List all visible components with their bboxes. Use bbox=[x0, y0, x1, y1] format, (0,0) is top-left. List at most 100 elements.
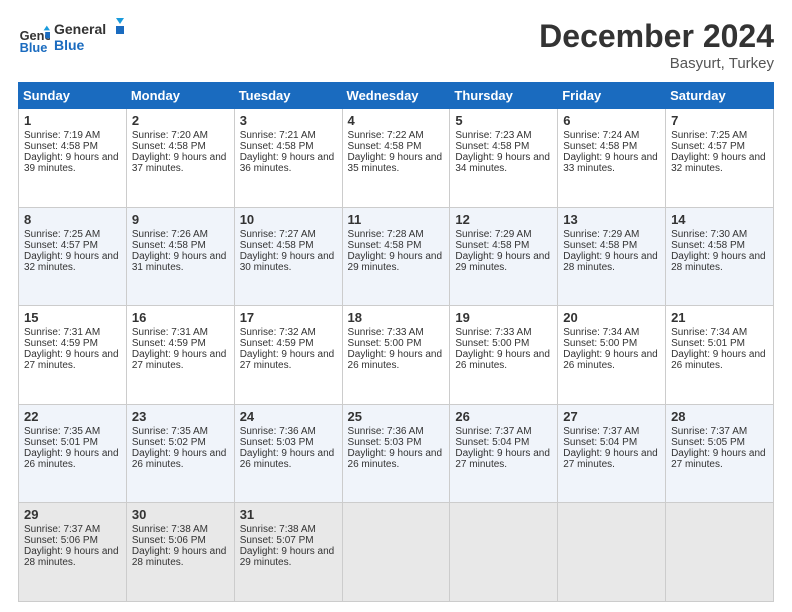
logo: General Blue General Blue bbox=[18, 18, 124, 61]
col-sunday: Sunday bbox=[19, 83, 127, 109]
sunrise: Sunrise: 7:37 AM bbox=[671, 426, 747, 437]
day-number: 14 bbox=[671, 212, 768, 227]
sunset: Sunset: 5:00 PM bbox=[455, 338, 529, 349]
sunrise: Sunrise: 7:28 AM bbox=[348, 229, 424, 240]
table-cell: 19Sunrise: 7:33 AMSunset: 5:00 PMDayligh… bbox=[450, 306, 558, 405]
sunrise: Sunrise: 7:19 AM bbox=[24, 130, 100, 141]
day-number: 19 bbox=[455, 310, 552, 325]
sunset: Sunset: 4:57 PM bbox=[24, 240, 98, 251]
table-cell: 28Sunrise: 7:37 AMSunset: 5:05 PMDayligh… bbox=[666, 404, 774, 503]
svg-text:Blue: Blue bbox=[54, 37, 85, 53]
daylight-label: Daylight: 9 hours and 28 minutes. bbox=[132, 546, 227, 568]
sunrise: Sunrise: 7:22 AM bbox=[348, 130, 424, 141]
daylight-label: Daylight: 9 hours and 32 minutes. bbox=[671, 152, 766, 174]
day-number: 3 bbox=[240, 113, 337, 128]
daylight-label: Daylight: 9 hours and 28 minutes. bbox=[671, 251, 766, 273]
table-cell: 3Sunrise: 7:21 AMSunset: 4:58 PMDaylight… bbox=[234, 109, 342, 208]
table-cell: 12Sunrise: 7:29 AMSunset: 4:58 PMDayligh… bbox=[450, 207, 558, 306]
sunrise: Sunrise: 7:32 AM bbox=[240, 327, 316, 338]
sunrise: Sunrise: 7:25 AM bbox=[24, 229, 100, 240]
day-number: 15 bbox=[24, 310, 121, 325]
day-number: 29 bbox=[24, 507, 121, 522]
daylight-label: Daylight: 9 hours and 26 minutes. bbox=[348, 448, 443, 470]
sunrise: Sunrise: 7:38 AM bbox=[132, 524, 208, 535]
daylight-label: Daylight: 9 hours and 33 minutes. bbox=[563, 152, 658, 174]
daylight-label: Daylight: 9 hours and 39 minutes. bbox=[24, 152, 119, 174]
daylight-label: Daylight: 9 hours and 32 minutes. bbox=[24, 251, 119, 273]
day-number: 24 bbox=[240, 409, 337, 424]
sunrise: Sunrise: 7:31 AM bbox=[24, 327, 100, 338]
daylight-label: Daylight: 9 hours and 34 minutes. bbox=[455, 152, 550, 174]
sunrise: Sunrise: 7:31 AM bbox=[132, 327, 208, 338]
calendar-table: Sunday Monday Tuesday Wednesday Thursday… bbox=[18, 82, 774, 602]
day-number: 8 bbox=[24, 212, 121, 227]
table-cell: 14 Sunrise: 7:30 AMSunset: 4:58 PMDayligh… bbox=[666, 207, 774, 306]
day-number: 9 bbox=[132, 212, 229, 227]
daylight-label: Daylight: 9 hours and 26 minutes. bbox=[563, 349, 658, 371]
table-cell: 15Sunrise: 7:31 AMSunset: 4:59 PMDayligh… bbox=[19, 306, 127, 405]
table-cell: 27Sunrise: 7:37 AMSunset: 5:04 PMDayligh… bbox=[558, 404, 666, 503]
table-cell: 17Sunrise: 7:32 AMSunset: 4:59 PMDayligh… bbox=[234, 306, 342, 405]
day-number: 20 bbox=[563, 310, 660, 325]
sunrise: Sunrise: 7:35 AM bbox=[132, 426, 208, 437]
sunset: Sunset: 4:58 PM bbox=[24, 141, 98, 152]
day-number: 7 bbox=[671, 113, 768, 128]
col-tuesday: Tuesday bbox=[234, 83, 342, 109]
daylight-label: Daylight: 9 hours and 29 minutes. bbox=[348, 251, 443, 273]
col-saturday: Saturday bbox=[666, 83, 774, 109]
sunset: Sunset: 4:59 PM bbox=[132, 338, 206, 349]
month-title: December 2024 bbox=[539, 18, 774, 55]
table-cell bbox=[558, 503, 666, 602]
table-cell: 7 Sunrise: 7:25 AMSunset: 4:57 PMDaylight… bbox=[666, 109, 774, 208]
day-number: 6 bbox=[563, 113, 660, 128]
table-cell: 10Sunrise: 7:27 AMSunset: 4:58 PMDayligh… bbox=[234, 207, 342, 306]
sunrise: Sunrise: 7:34 AM bbox=[563, 327, 639, 338]
svg-text:Blue: Blue bbox=[20, 40, 48, 55]
sunrise: Sunrise: 7:29 AM bbox=[455, 229, 531, 240]
day-number: 12 bbox=[455, 212, 552, 227]
calendar-page: General Blue General Blue December 2024 … bbox=[0, 0, 792, 612]
day-number: 17 bbox=[240, 310, 337, 325]
col-monday: Monday bbox=[126, 83, 234, 109]
table-cell: 25Sunrise: 7:36 AMSunset: 5:03 PMDayligh… bbox=[342, 404, 450, 503]
table-cell: 22Sunrise: 7:35 AMSunset: 5:01 PMDayligh… bbox=[19, 404, 127, 503]
sunrise: Sunrise: 7:25 AM bbox=[671, 130, 747, 141]
table-cell: 6Sunrise: 7:24 AMSunset: 4:58 PMDaylight… bbox=[558, 109, 666, 208]
sunset: Sunset: 5:00 PM bbox=[563, 338, 637, 349]
sunset: Sunset: 5:06 PM bbox=[24, 535, 98, 546]
daylight-label: Daylight: 9 hours and 29 minutes. bbox=[455, 251, 550, 273]
sunrise: Sunrise: 7:26 AM bbox=[132, 229, 208, 240]
daylight-label: Daylight: 9 hours and 31 minutes. bbox=[132, 251, 227, 273]
sunset: Sunset: 4:58 PM bbox=[671, 240, 745, 251]
sunrise: Sunrise: 7:37 AM bbox=[563, 426, 639, 437]
sunrise: Sunrise: 7:20 AM bbox=[132, 130, 208, 141]
table-cell: 30Sunrise: 7:38 AMSunset: 5:06 PMDayligh… bbox=[126, 503, 234, 602]
logo-svg: General Blue bbox=[54, 18, 124, 56]
sunrise: Sunrise: 7:30 AM bbox=[671, 229, 747, 240]
day-number: 30 bbox=[132, 507, 229, 522]
day-number: 22 bbox=[24, 409, 121, 424]
day-number: 23 bbox=[132, 409, 229, 424]
sunset: Sunset: 5:05 PM bbox=[671, 437, 745, 448]
daylight-label: Daylight: 9 hours and 30 minutes. bbox=[240, 251, 335, 273]
sunset: Sunset: 4:57 PM bbox=[671, 141, 745, 152]
col-friday: Friday bbox=[558, 83, 666, 109]
daylight-label: Daylight: 9 hours and 26 minutes. bbox=[671, 349, 766, 371]
daylight-label: Daylight: 9 hours and 37 minutes. bbox=[132, 152, 227, 174]
sunrise: Sunrise: 7:34 AM bbox=[671, 327, 747, 338]
location: Basyurt, Turkey bbox=[539, 55, 774, 72]
day-number: 5 bbox=[455, 113, 552, 128]
sunset: Sunset: 5:01 PM bbox=[671, 338, 745, 349]
day-number: 11 bbox=[348, 212, 445, 227]
daylight-label: Daylight: 9 hours and 27 minutes. bbox=[24, 349, 119, 371]
table-cell: 5Sunrise: 7:23 AMSunset: 4:58 PMDaylight… bbox=[450, 109, 558, 208]
svg-text:General: General bbox=[54, 21, 106, 37]
col-wednesday: Wednesday bbox=[342, 83, 450, 109]
sunrise: Sunrise: 7:21 AM bbox=[240, 130, 316, 141]
sunrise: Sunrise: 7:27 AM bbox=[240, 229, 316, 240]
table-cell: 13Sunrise: 7:29 AMSunset: 4:58 PMDayligh… bbox=[558, 207, 666, 306]
daylight-label: Daylight: 9 hours and 26 minutes. bbox=[132, 448, 227, 470]
day-number: 1 bbox=[24, 113, 121, 128]
sunset: Sunset: 5:00 PM bbox=[348, 338, 422, 349]
table-cell bbox=[666, 503, 774, 602]
